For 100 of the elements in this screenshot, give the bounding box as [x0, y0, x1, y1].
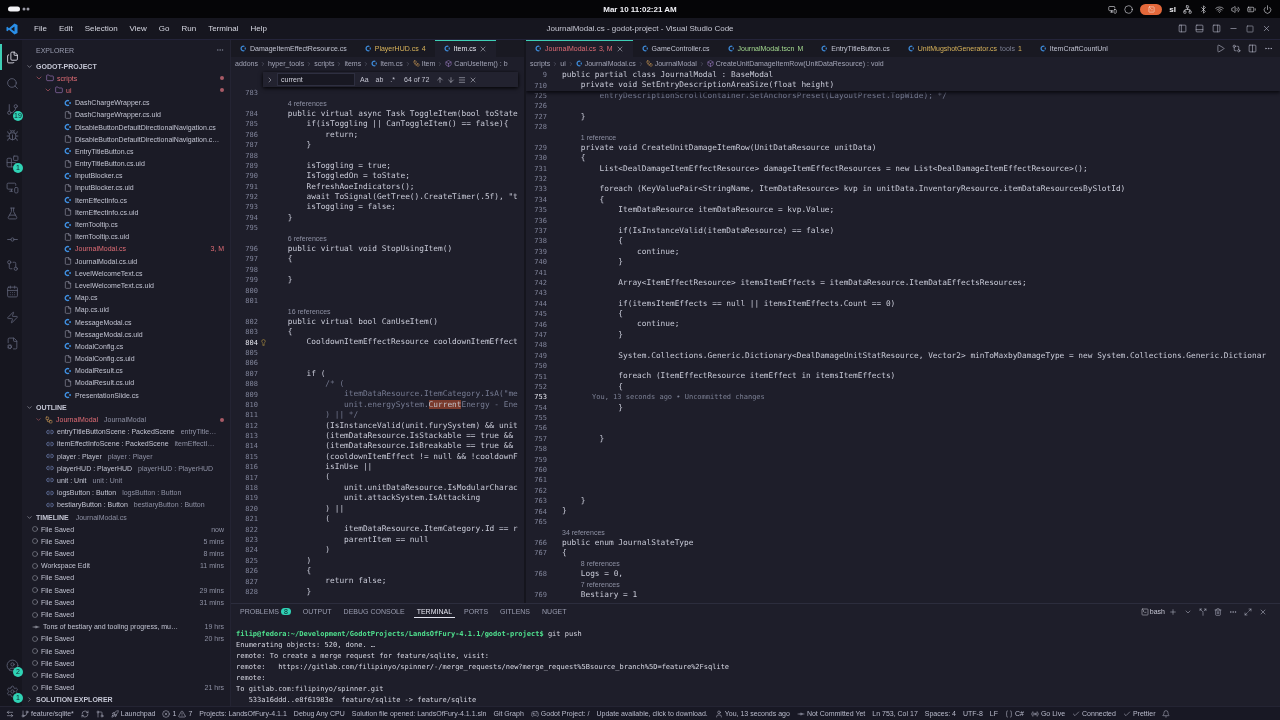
maximize-icon	[1244, 607, 1252, 616]
compare-icon	[5, 258, 19, 272]
broadcast-icon	[1030, 709, 1039, 718]
chevron-icon	[259, 60, 266, 67]
class-icon	[412, 60, 420, 67]
device-icon[interactable]	[1108, 4, 1118, 14]
toggle-sidebar-button[interactable]	[1175, 23, 1190, 34]
arrow-down-icon[interactable]	[447, 75, 456, 84]
status-item[interactable]	[80, 709, 89, 718]
circle-icon	[32, 562, 38, 569]
link-icon	[46, 476, 54, 485]
menu-item[interactable]: Go	[152, 22, 176, 35]
menu-item[interactable]: View	[123, 22, 153, 35]
c-sharp-icon	[727, 45, 735, 52]
menu-item[interactable]: Selection	[78, 22, 124, 35]
files-icon	[5, 50, 19, 64]
volume-icon[interactable]	[1231, 4, 1240, 14]
pull-request-icon	[95, 709, 104, 718]
bell-icon	[1162, 709, 1171, 718]
close-icon[interactable]	[615, 44, 624, 53]
plus-icon	[1169, 607, 1177, 616]
c-sharp-icon	[1039, 45, 1047, 52]
status-item[interactable]	[95, 709, 104, 718]
warning-icon	[178, 709, 187, 718]
more-icon[interactable]	[216, 46, 224, 54]
c-sharp-icon	[641, 45, 649, 52]
c-sharp-icon	[64, 391, 72, 400]
c-sharp-icon	[364, 45, 372, 52]
flask-icon	[5, 206, 19, 220]
workspace-indicator-icon[interactable]	[8, 6, 30, 12]
play-icon	[1216, 44, 1225, 53]
file-icon	[64, 378, 72, 387]
link-icon	[46, 464, 54, 473]
maximize-panel-button[interactable]	[1241, 606, 1255, 617]
recording-indicator[interactable]	[1140, 3, 1163, 15]
power-icon[interactable]	[1263, 4, 1272, 14]
folder-icon	[55, 86, 63, 95]
split-terminal-button[interactable]	[1196, 606, 1210, 617]
arrow-up-icon[interactable]	[436, 75, 445, 84]
circle-icon	[32, 599, 38, 606]
lightbulb-icon[interactable]	[260, 339, 267, 347]
circle-icon	[32, 684, 38, 691]
battery-icon[interactable]	[1247, 4, 1256, 14]
c-sharp-icon	[64, 244, 72, 253]
rocket-icon	[110, 709, 119, 718]
menu-item[interactable]: Edit	[52, 22, 79, 35]
c-sharp-icon	[535, 45, 542, 52]
panel-bottom-icon	[1195, 24, 1204, 33]
network-icon[interactable]	[1183, 4, 1192, 14]
wifi-icon[interactable]	[1215, 4, 1224, 14]
circle-icon[interactable]	[1124, 4, 1134, 14]
monitor-icon	[5, 180, 19, 194]
bug-icon	[5, 128, 19, 142]
lightning-icon	[5, 310, 19, 324]
file-icon	[64, 232, 72, 241]
close-icon[interactable]	[469, 75, 478, 84]
problem-dot	[220, 417, 224, 422]
maximize-button[interactable]	[1243, 23, 1257, 34]
user-label[interactable]: sl	[1169, 4, 1176, 14]
c-sharp-icon	[64, 98, 72, 107]
c-sharp-icon	[64, 269, 72, 278]
c-sharp-icon	[64, 318, 72, 327]
bluetooth-icon[interactable]	[1199, 4, 1208, 14]
file-icon	[64, 110, 72, 119]
menu-item[interactable]: Run	[175, 22, 203, 35]
link-icon	[46, 452, 54, 461]
file-icon	[64, 354, 72, 363]
menu-item[interactable]: Help	[244, 22, 273, 35]
menu-item[interactable]: Terminal	[202, 22, 245, 35]
toggle-panel-button[interactable]	[1192, 23, 1207, 34]
chevron-icon	[404, 60, 411, 67]
chevron-icon	[552, 60, 559, 67]
circle-icon	[32, 526, 38, 533]
blocks-icon	[5, 154, 19, 168]
toggle-secondary-button[interactable]	[1209, 23, 1224, 34]
split-button[interactable]	[1245, 43, 1260, 54]
c-sharp-icon	[64, 123, 72, 132]
c-sharp-icon	[575, 60, 583, 67]
close-icon[interactable]	[479, 44, 488, 53]
circle-icon	[32, 538, 38, 545]
trash-icon	[1214, 607, 1222, 616]
split-editor-icon	[1248, 44, 1257, 53]
file-icon	[64, 183, 72, 192]
c-sharp-icon	[240, 45, 247, 52]
c-sharp-icon	[64, 196, 72, 205]
status-item[interactable]	[1162, 709, 1171, 718]
file-icon	[64, 208, 72, 217]
person-icon	[714, 709, 723, 718]
c-sharp-icon	[907, 45, 915, 52]
logo-icon	[6, 22, 18, 35]
clock[interactable]: Mar 10 11:02:21 AM	[603, 4, 677, 14]
gamepad-icon	[530, 709, 539, 718]
menu-item[interactable]: File	[28, 22, 53, 35]
folder-icon	[46, 74, 54, 83]
split-icon	[1199, 607, 1207, 616]
maximize-icon	[1246, 24, 1254, 33]
file-icon	[64, 330, 72, 339]
lines-icon[interactable]	[458, 75, 467, 84]
status-item[interactable]	[6, 709, 14, 718]
close-icon	[1262, 24, 1271, 33]
